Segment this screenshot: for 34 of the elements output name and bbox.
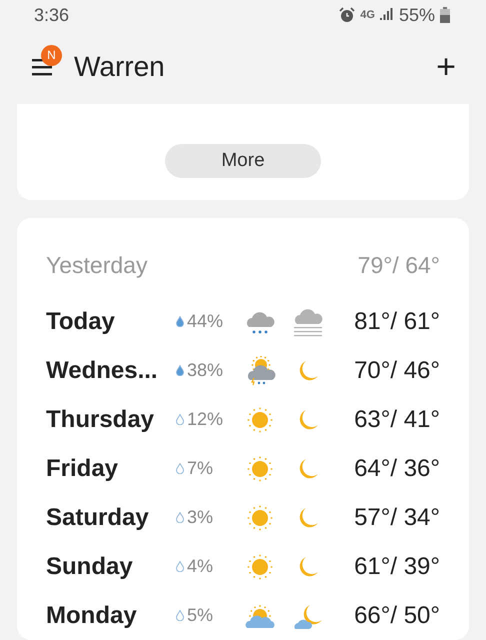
rain-chance: 5% (187, 605, 214, 626)
battery-icon (440, 7, 450, 24)
add-button[interactable]: + (436, 50, 456, 84)
temperature-range: 64°/ 36° (354, 454, 440, 482)
temperature-range: 81°/ 61° (354, 308, 440, 336)
temperature-range: 79°/ 64° (358, 252, 440, 278)
temperature-range: 57°/ 34° (354, 504, 440, 532)
notification-badge: N (41, 44, 62, 66)
temperature-range: 61°/ 39° (354, 552, 440, 580)
rain-chance: 3% (187, 507, 214, 528)
day-name: Wednes... (46, 356, 159, 384)
battery-percent: 55% (398, 4, 435, 26)
temperature-range: 63°/ 41° (354, 406, 440, 434)
rain-chance: 7% (187, 458, 214, 479)
day-name: Thursday (46, 406, 156, 434)
rain-chance: 44% (187, 311, 224, 332)
temperature-range: 70°/ 46° (354, 356, 440, 384)
temperature-range: 66°/ 50° (354, 602, 440, 630)
fog-cloud-icon (292, 306, 324, 336)
day-name: Today (46, 308, 116, 336)
rain-chance: 4% (187, 556, 214, 577)
status-time: 3:36 (34, 4, 70, 26)
location-title: Warren (74, 50, 166, 83)
network-type: 4G (360, 9, 375, 22)
day-name: Monday (46, 602, 138, 630)
rain-chance: 12% (187, 409, 224, 430)
day-name: Friday (46, 454, 120, 482)
day-name: Saturday (46, 504, 150, 532)
alarm-clock-icon (339, 7, 356, 24)
signal-icon (380, 8, 394, 22)
day-name: Sunday (46, 552, 134, 580)
day-name: Yesterday (46, 252, 148, 278)
rain-chance: 38% (187, 360, 224, 381)
more-button[interactable]: More (165, 144, 321, 178)
